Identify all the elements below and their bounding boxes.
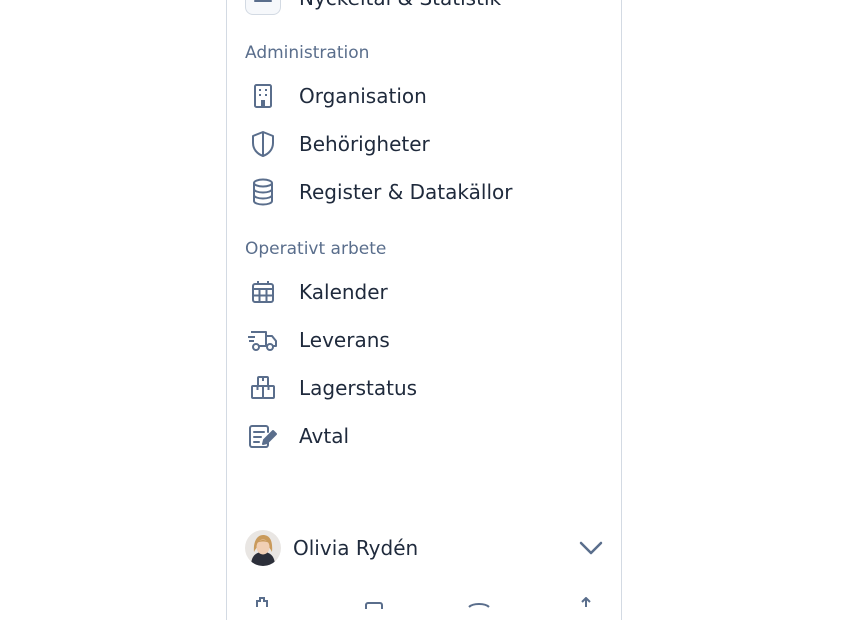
user-name: Olivia Rydén xyxy=(293,536,419,560)
sidebar-item-label: Lagerstatus xyxy=(299,376,418,400)
settings-icon[interactable] xyxy=(251,592,273,611)
avatar xyxy=(245,530,281,566)
sidebar-item-label: Behörigheter xyxy=(299,132,430,156)
sidebar-item-label: Register & Datakällor xyxy=(299,180,513,204)
sidebar-item-label: Nyckeltal & Statistik xyxy=(299,0,501,10)
sidebar-item-inventory[interactable]: Lagerstatus xyxy=(245,368,417,408)
sidebar-item-label: Leverans xyxy=(299,328,390,352)
sidebar-item-label: Organisation xyxy=(299,84,427,108)
building-icon xyxy=(245,78,281,114)
sidebar-item-calendar[interactable]: Kalender xyxy=(245,272,388,312)
chart-icon xyxy=(245,0,281,16)
sidebar-item-label: Kalender xyxy=(299,280,388,304)
pin-icon[interactable] xyxy=(579,592,593,611)
sidebar-item-registers[interactable]: Register & Datakällor xyxy=(245,172,512,212)
document-icon[interactable] xyxy=(364,594,384,614)
database-icon xyxy=(245,174,281,210)
sidebar-item-permissions[interactable]: Behörigheter xyxy=(245,124,430,164)
section-title-administration: Administration xyxy=(245,43,370,63)
section-title-operations: Operativt arbete xyxy=(245,239,387,259)
calendar-icon xyxy=(245,274,281,310)
boxes-icon xyxy=(245,370,281,406)
sidebar-item-label: Avtal xyxy=(299,424,349,448)
user-menu[interactable]: Olivia Rydén xyxy=(245,528,605,568)
sidebar: Nyckeltal & Statistik Administration Org… xyxy=(226,0,622,620)
sidebar-item-statistics[interactable]: Nyckeltal & Statistik xyxy=(245,0,501,18)
contract-icon xyxy=(245,418,281,454)
chevron-down-icon[interactable] xyxy=(577,534,605,562)
truck-icon xyxy=(245,322,281,358)
sidebar-item-organisation[interactable]: Organisation xyxy=(245,76,427,116)
sidebar-item-contracts[interactable]: Avtal xyxy=(245,416,349,456)
shield-icon xyxy=(245,126,281,162)
shield-small-icon[interactable] xyxy=(467,594,491,613)
sidebar-item-delivery[interactable]: Leverans xyxy=(245,320,390,360)
